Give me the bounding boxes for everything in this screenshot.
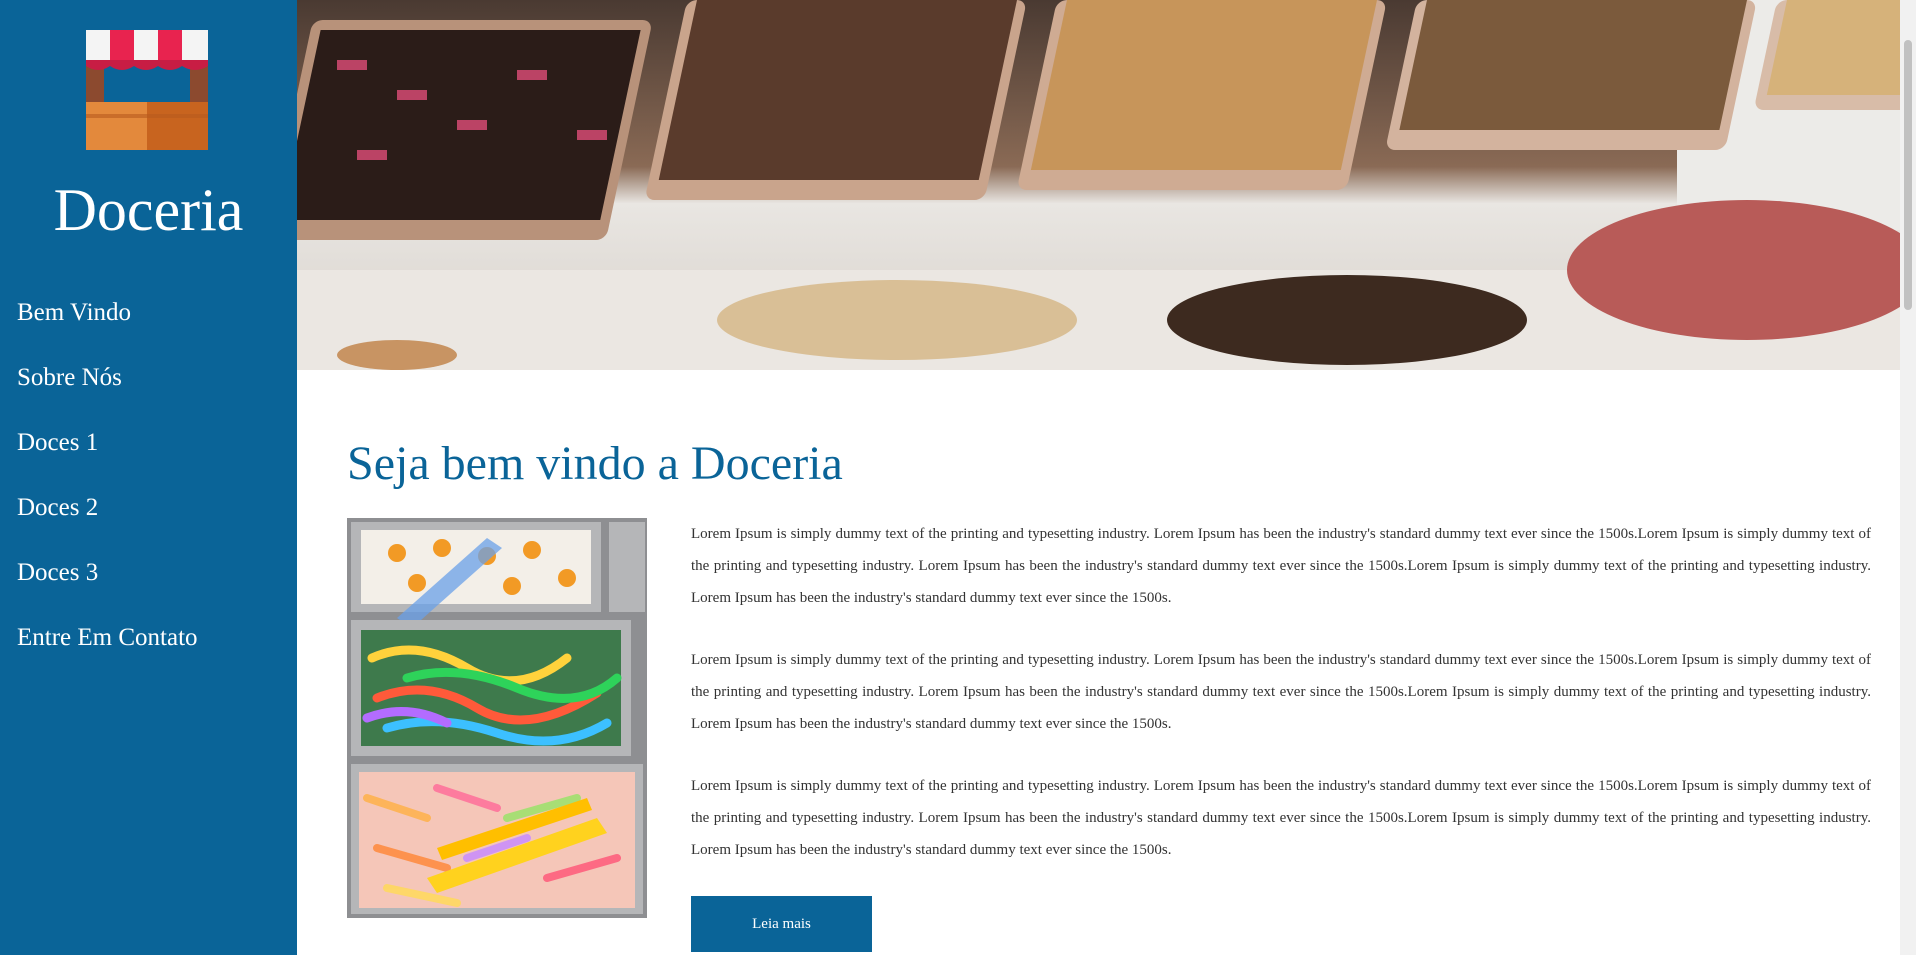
paragraph: Lorem Ipsum is simply dummy text of the …	[691, 778, 1871, 858]
paragraph: Lorem Ipsum is simply dummy text of the …	[691, 652, 1871, 732]
scrollbar-thumb[interactable]	[1904, 40, 1912, 310]
main-nav: Bem Vindo Sobre Nós Doces 1 Doces 2 Doce…	[17, 280, 198, 670]
intro-text: Lorem Ipsum is simply dummy text of the …	[691, 518, 1871, 896]
paragraph: Lorem Ipsum is simply dummy text of the …	[691, 526, 1871, 606]
read-more-button[interactable]: Leia mais	[691, 896, 872, 952]
gummy-candy-photo	[347, 518, 647, 918]
pastry-display-photo	[297, 0, 1900, 370]
nav-item-sobre-nos[interactable]: Sobre Nós	[17, 345, 198, 410]
shop-awning-icon[interactable]	[86, 30, 208, 150]
page-title: Seja bem vindo a Doceria	[347, 437, 843, 490]
nav-item-doces-1[interactable]: Doces 1	[17, 410, 198, 475]
vertical-scrollbar[interactable]	[1900, 0, 1916, 955]
brand-title[interactable]: Doceria	[0, 170, 297, 250]
sidebar: Doceria Bem Vindo Sobre Nós Doces 1 Doce…	[0, 0, 297, 955]
nav-item-contato[interactable]: Entre Em Contato	[17, 605, 198, 670]
nav-item-doces-2[interactable]: Doces 2	[17, 475, 198, 540]
nav-item-bem-vindo[interactable]: Bem Vindo	[17, 280, 198, 345]
nav-item-doces-3[interactable]: Doces 3	[17, 540, 198, 605]
